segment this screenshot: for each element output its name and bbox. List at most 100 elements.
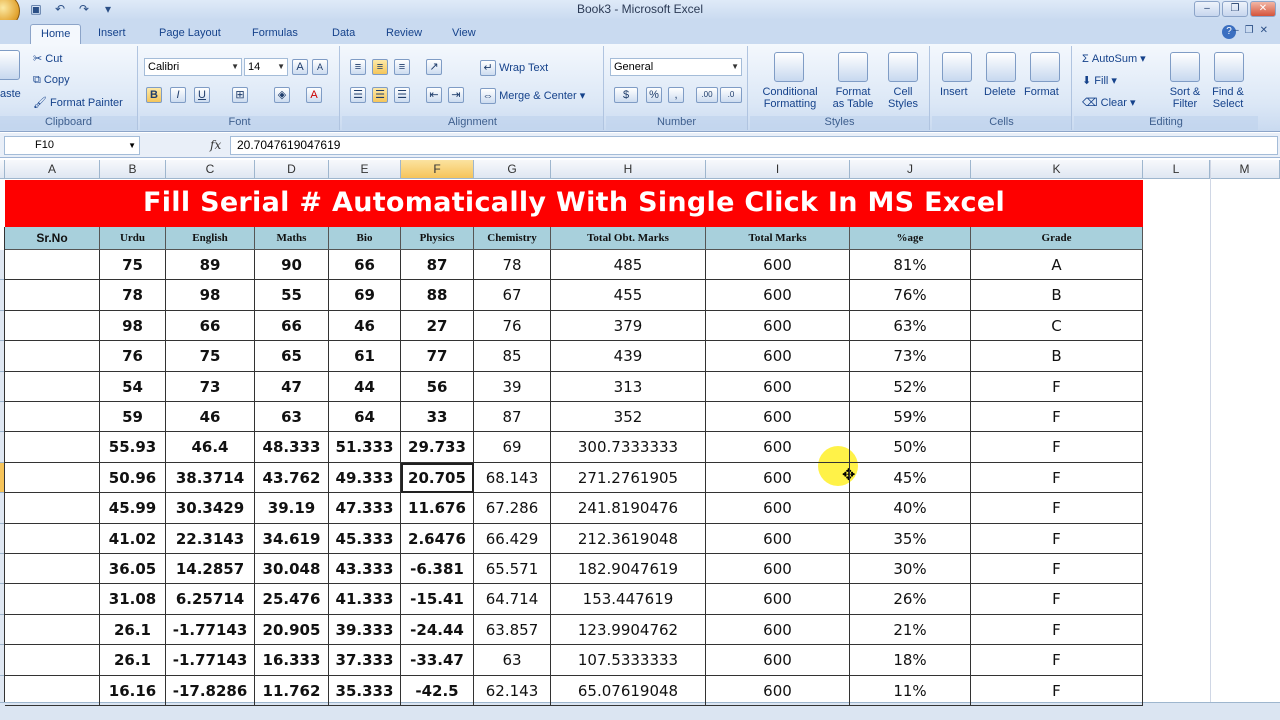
table-cell[interactable]: 78: [474, 250, 551, 281]
table-cell[interactable]: 455: [551, 280, 706, 311]
table-cell[interactable]: 379: [551, 310, 706, 342]
tab-formulas[interactable]: Formulas: [242, 24, 308, 44]
font-name-select[interactable]: Calibri ▼: [144, 58, 242, 76]
align-right-icon[interactable]: ☰: [394, 87, 410, 103]
table-cell[interactable]: 600: [706, 614, 850, 646]
table-cell[interactable]: F: [971, 675, 1143, 706]
workbook-controls-icon[interactable]: –❐✕: [1233, 25, 1274, 36]
table-cell[interactable]: 271.2761905: [551, 462, 706, 494]
table-cell[interactable]: 66: [166, 310, 255, 342]
table-cell[interactable]: 63: [474, 645, 551, 676]
format-cells-button[interactable]: Format: [1024, 86, 1059, 98]
autosum-button[interactable]: Σ AutoSum ▾: [1082, 52, 1146, 65]
table-cell[interactable]: 63%: [850, 310, 971, 342]
table-cell[interactable]: 56: [401, 371, 474, 402]
font-size-select[interactable]: 14 ▼: [244, 58, 288, 76]
find-select-button[interactable]: Find & Select: [1208, 86, 1248, 110]
table-cell[interactable]: 22.3143: [166, 523, 255, 554]
align-center-icon[interactable]: ☰: [372, 87, 388, 103]
table-cell[interactable]: 38.3714: [166, 462, 255, 494]
tab-page-layout[interactable]: Page Layout: [149, 24, 231, 44]
table-cell[interactable]: 45.99: [100, 493, 166, 524]
table-cell[interactable]: -24.44: [401, 614, 474, 646]
format-painter-button[interactable]: 🖌 Format Painter: [33, 96, 123, 109]
table-cell[interactable]: 26.1: [100, 645, 166, 676]
tab-view[interactable]: View: [442, 24, 486, 44]
column-header-m[interactable]: M: [1210, 160, 1280, 179]
column-header-j[interactable]: J: [850, 160, 971, 179]
fill-color-icon[interactable]: ◈: [274, 87, 290, 103]
table-cell[interactable]: [5, 675, 100, 706]
table-cell[interactable]: 11%: [850, 675, 971, 706]
column-header-e[interactable]: E: [329, 160, 401, 179]
font-color-icon[interactable]: A: [306, 87, 322, 103]
table-cell[interactable]: F: [971, 462, 1143, 494]
table-cell[interactable]: 87: [401, 250, 474, 281]
table-cell[interactable]: B: [971, 280, 1143, 311]
table-cell[interactable]: [5, 493, 100, 524]
table-cell[interactable]: F: [971, 493, 1143, 524]
header-cell[interactable]: Total Obt. Marks: [551, 227, 706, 250]
table-cell[interactable]: 26.1: [100, 614, 166, 646]
decrease-decimal-icon[interactable]: .0: [720, 87, 742, 103]
formula-input[interactable]: 20.7047619047619: [230, 136, 1278, 155]
table-cell[interactable]: 600: [706, 645, 850, 676]
table-cell[interactable]: 52%: [850, 371, 971, 402]
number-format-select[interactable]: General ▼: [610, 58, 742, 76]
select-all-corner[interactable]: [0, 160, 5, 179]
header-cell[interactable]: English: [166, 227, 255, 250]
grow-font-icon[interactable]: A: [292, 59, 308, 75]
table-cell[interactable]: 46: [166, 402, 255, 433]
cell-styles-button[interactable]: Cell Styles: [882, 86, 924, 110]
table-cell[interactable]: [5, 371, 100, 402]
increase-decimal-icon[interactable]: .00: [696, 87, 718, 103]
minimize-button[interactable]: –: [1194, 1, 1220, 17]
increase-indent-icon[interactable]: ⇥: [448, 87, 464, 103]
table-cell[interactable]: 34.619: [255, 523, 329, 554]
table-cell[interactable]: 62.143: [474, 675, 551, 706]
table-cell[interactable]: 107.5333333: [551, 645, 706, 676]
clear-button[interactable]: ⌫ Clear ▾: [1082, 96, 1136, 109]
copy-button[interactable]: ⧉ Copy: [33, 74, 70, 87]
table-cell[interactable]: 600: [706, 341, 850, 372]
table-cell[interactable]: 600: [706, 493, 850, 524]
table-cell[interactable]: 59: [100, 402, 166, 433]
align-bottom-icon[interactable]: ≡: [394, 59, 410, 75]
table-cell[interactable]: -15.41: [401, 584, 474, 615]
paste-button[interactable]: aste: [0, 88, 21, 100]
table-cell[interactable]: 81%: [850, 250, 971, 281]
table-cell[interactable]: 73: [166, 371, 255, 402]
column-header-f[interactable]: F: [401, 160, 474, 179]
table-cell[interactable]: 30.3429: [166, 493, 255, 524]
cut-button[interactable]: ✂ Cut: [33, 52, 62, 65]
table-cell[interactable]: -6.381: [401, 554, 474, 585]
table-cell[interactable]: 55: [255, 280, 329, 311]
table-cell[interactable]: -1.77143: [166, 614, 255, 646]
decrease-indent-icon[interactable]: ⇤: [426, 87, 442, 103]
table-cell[interactable]: 50.96: [100, 462, 166, 494]
italic-button[interactable]: I: [170, 87, 186, 103]
table-cell[interactable]: [5, 280, 100, 311]
table-cell[interactable]: [5, 310, 100, 342]
table-cell[interactable]: 600: [706, 554, 850, 585]
table-cell[interactable]: 6.25714: [166, 584, 255, 615]
table-cell[interactable]: 41.333: [329, 584, 401, 615]
header-cell[interactable]: Sr.No: [5, 227, 100, 250]
table-cell[interactable]: 69: [474, 432, 551, 463]
table-cell[interactable]: 123.9904762: [551, 614, 706, 646]
merge-center-button[interactable]: ⇔ Merge & Center ▾: [480, 88, 585, 104]
table-cell[interactable]: 66.429: [474, 523, 551, 554]
column-header-g[interactable]: G: [474, 160, 551, 179]
table-cell[interactable]: 14.2857: [166, 554, 255, 585]
fill-button[interactable]: ⬇ Fill ▾: [1082, 74, 1117, 87]
table-cell[interactable]: 600: [706, 250, 850, 281]
table-cell[interactable]: 88: [401, 280, 474, 311]
table-cell[interactable]: 51.333: [329, 432, 401, 463]
table-cell[interactable]: 75: [166, 341, 255, 372]
table-cell[interactable]: 55.93: [100, 432, 166, 463]
table-cell[interactable]: [5, 523, 100, 554]
table-cell[interactable]: 352: [551, 402, 706, 433]
header-cell[interactable]: Maths: [255, 227, 329, 250]
table-cell[interactable]: -17.8286: [166, 675, 255, 706]
table-cell[interactable]: 61: [329, 341, 401, 372]
